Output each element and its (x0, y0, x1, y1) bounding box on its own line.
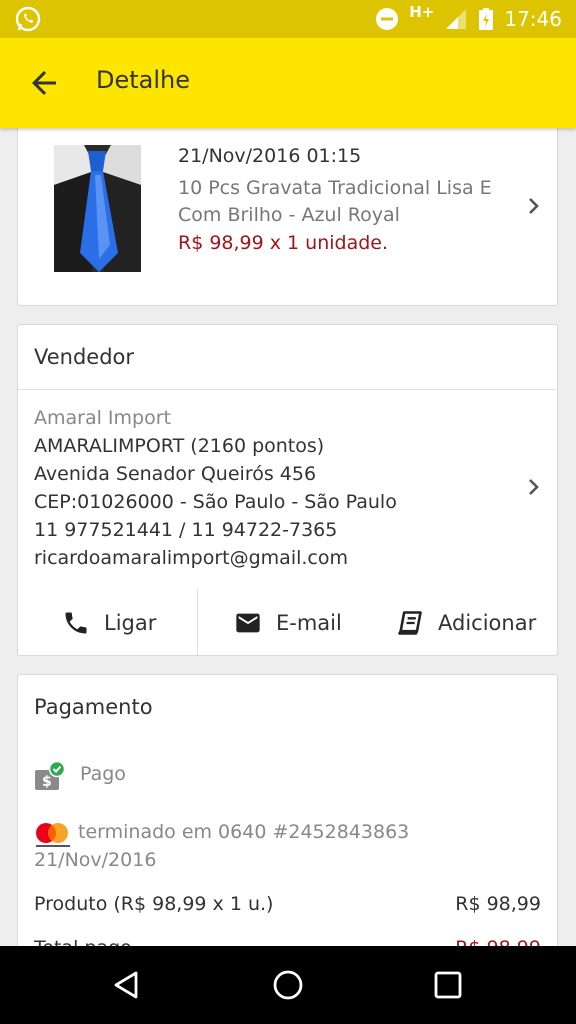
add-contact-label: Adicionar (438, 611, 537, 635)
product-card[interactable]: 21/Nov/2016 01:15 10 Pcs Gravata Tradici… (17, 128, 558, 306)
chevron-right-icon (529, 198, 539, 214)
do-not-disturb-icon (376, 8, 399, 30)
add-contact-button[interactable]: Adicionar (396, 591, 536, 655)
seller-nickname: AMARALIMPORT (2160 pontos) (34, 435, 325, 457)
navigation-bar (0, 946, 576, 1024)
seller-store-name: Amaral Import (34, 407, 171, 429)
seller-email: ricardoamaralimport@gmail.com (34, 547, 348, 569)
clock: 17:46 (504, 7, 562, 31)
payment-heading: Pagamento (34, 695, 153, 719)
product-title: 10 Pcs Gravata Tradicional Lisa E Com Br… (178, 177, 492, 226)
battery-icon (479, 8, 494, 30)
seller-phones: 11 977521441 / 11 94722-7365 (34, 519, 338, 541)
call-label: Ligar (104, 611, 157, 635)
page-title: Detalhe (96, 66, 191, 94)
order-date: 21/Nov/2016 01:15 (178, 145, 362, 167)
whatsapp-icon (15, 6, 41, 32)
seller-cep: CEP:01026000 - São Paulo - São Paulo (34, 491, 397, 513)
arrow-left-icon[interactable] (26, 65, 62, 101)
total-paid-label: Total pago (34, 937, 132, 946)
mail-icon (236, 613, 260, 633)
seller-address: Avenida Senador Queirós 456 (34, 463, 317, 485)
phone-icon (65, 612, 87, 634)
payment-card: Pagamento $ Pago terminado em 0640 #2452… (17, 674, 558, 946)
call-button[interactable]: Ligar (62, 591, 156, 655)
seller-heading: Vendedor (34, 345, 135, 369)
product-total-value: R$ 98,99 (455, 893, 541, 915)
network-type: H+ (409, 3, 435, 21)
signal-icon (446, 9, 467, 29)
card-info: terminado em 0640 #2452843863 (78, 821, 410, 843)
detail-content[interactable]: 21/Nov/2016 01:15 10 Pcs Gravata Tradici… (0, 128, 576, 946)
paid-money-icon: $ (35, 761, 66, 790)
back-triangle-icon[interactable] (110, 968, 144, 1002)
status-bar: H+ 17:46 (0, 0, 576, 38)
svg-text:$: $ (42, 774, 52, 790)
home-circle-icon[interactable] (271, 968, 305, 1002)
payment-date: 21/Nov/2016 (34, 849, 157, 871)
email-button[interactable]: E-mail (234, 591, 342, 655)
divider (18, 389, 557, 390)
email-label: E-mail (276, 611, 342, 635)
address-book-icon (398, 611, 422, 635)
seller-card: Vendedor Amaral Import AMARALIMPORT (216… (17, 324, 558, 656)
mastercard-icon (36, 823, 70, 847)
chevron-right-icon (529, 479, 539, 495)
recents-square-icon[interactable] (431, 968, 465, 1002)
product-price: R$ 98,99 x 1 unidade. (178, 232, 389, 254)
total-paid-value: R$ 98,99 (455, 937, 541, 946)
product-total-label: Produto (R$ 98,99 x 1 u.) (34, 893, 274, 915)
payment-status: Pago (80, 763, 126, 785)
app-bar: Detalhe (0, 38, 576, 128)
divider (197, 589, 198, 655)
product-image (54, 145, 141, 272)
